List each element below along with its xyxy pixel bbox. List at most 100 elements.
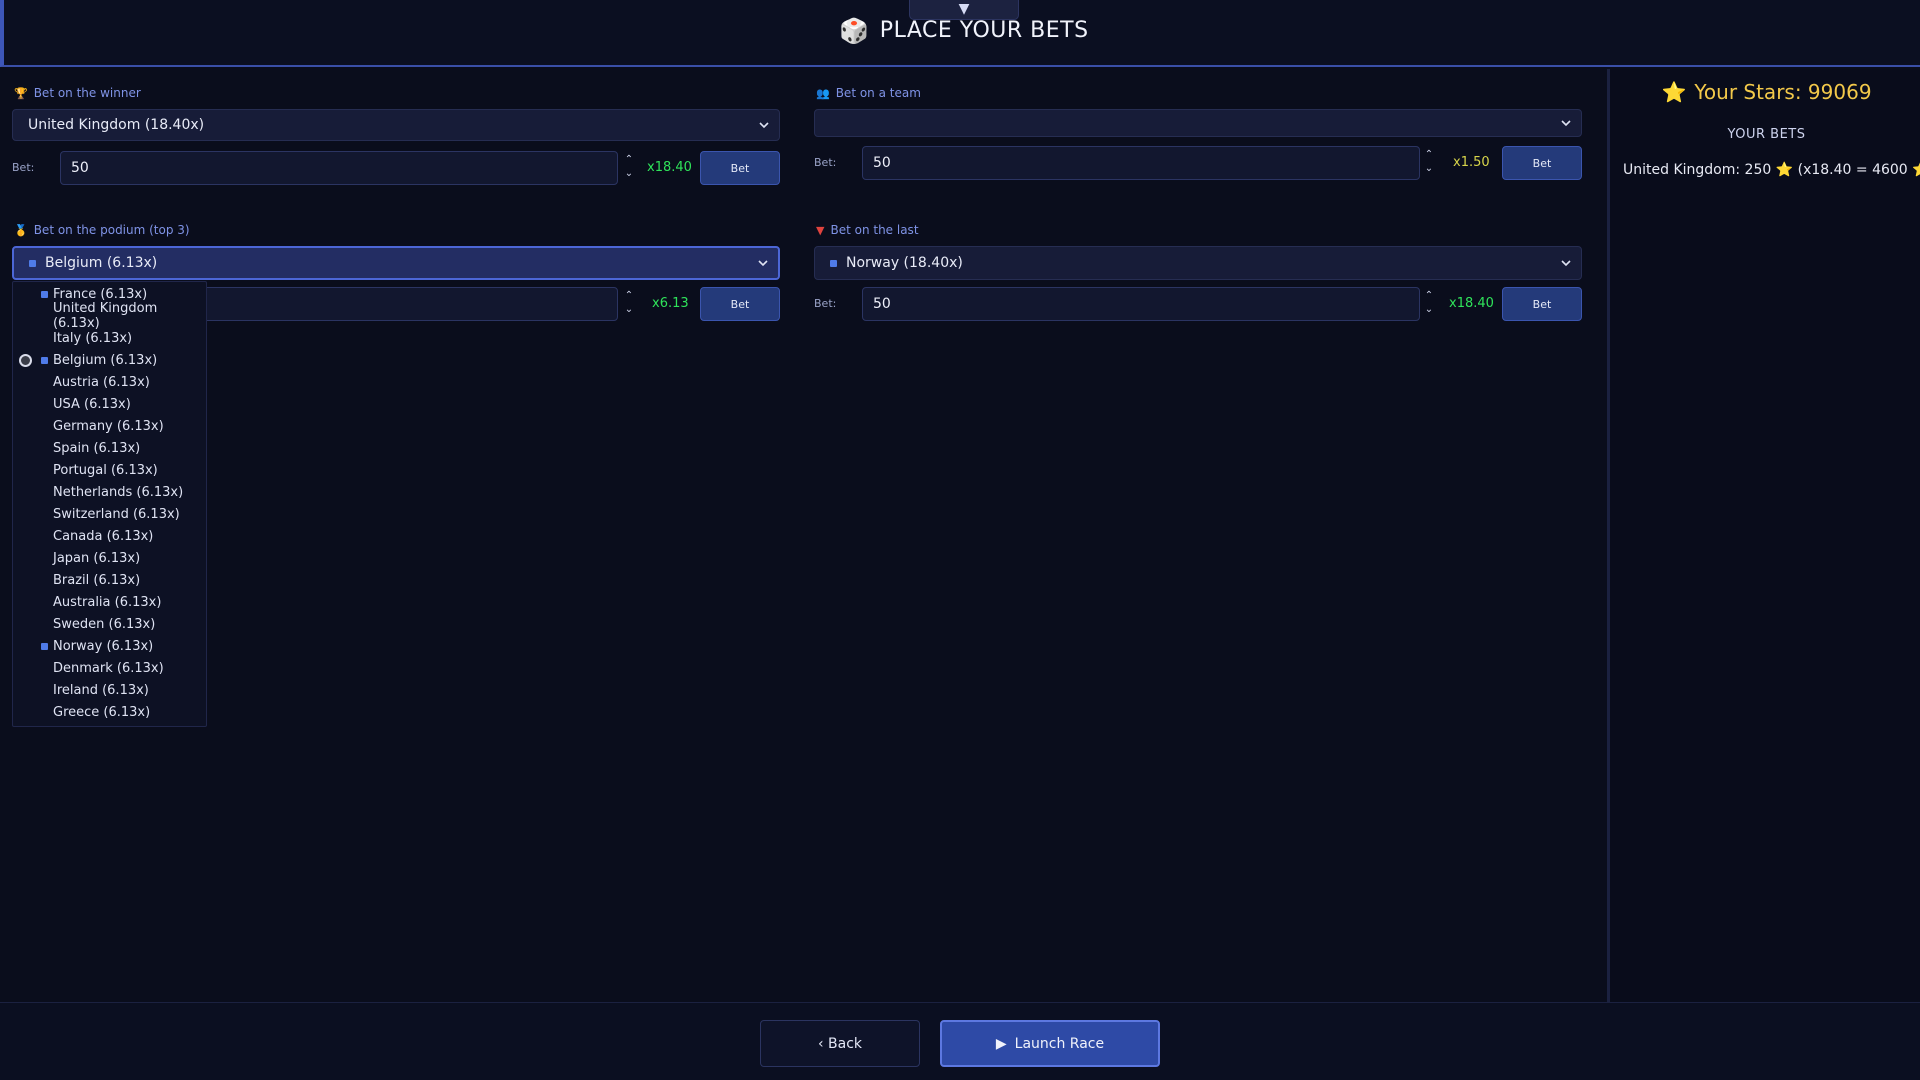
team-section-label: 👥 Bet on a team bbox=[816, 86, 921, 100]
star-icon: ⭐ bbox=[1661, 80, 1687, 104]
collapse-toggle-button[interactable]: ▼ bbox=[909, 0, 1019, 20]
podium-multiplier: x6.13 bbox=[652, 296, 689, 311]
team-bet-label: Bet: bbox=[814, 156, 837, 169]
last-bet-button[interactable]: Bet bbox=[1502, 287, 1582, 321]
podium-select-value: Belgium (6.13x) bbox=[45, 255, 158, 271]
team-bet-input[interactable]: 50 bbox=[862, 146, 1420, 180]
dropdown-option-label: France (6.13x) bbox=[53, 286, 148, 302]
team-select[interactable] bbox=[814, 109, 1582, 137]
winner-bet-button[interactable]: Bet bbox=[700, 151, 780, 185]
people-icon: 👥 bbox=[816, 86, 830, 100]
dropdown-option[interactable]: USA (6.13x) bbox=[13, 393, 208, 415]
dropdown-option[interactable]: Germany (6.13x) bbox=[13, 415, 208, 437]
option-marker bbox=[13, 283, 41, 305]
star-icon: ⭐ bbox=[1775, 162, 1794, 178]
podium-section-label: 🥇 Bet on the podium (top 3) bbox=[14, 223, 190, 237]
dropdown-option[interactable]: Netherlands (6.13x) bbox=[13, 481, 208, 503]
flag-icon bbox=[41, 665, 48, 672]
flag-icon bbox=[41, 533, 48, 540]
podium-bet-stepper[interactable]: ⌃ ⌄ bbox=[622, 289, 636, 319]
winner-bet-label: Bet: bbox=[12, 161, 35, 174]
option-marker bbox=[13, 701, 41, 723]
dropdown-option-label: Netherlands (6.13x) bbox=[53, 484, 184, 500]
dropdown-option-label: Brazil (6.13x) bbox=[53, 572, 141, 588]
winner-section-label: 🏆 Bet on the winner bbox=[14, 86, 141, 100]
winner-select[interactable]: United Kingdom (18.40x) bbox=[12, 109, 780, 141]
flag-icon bbox=[41, 467, 48, 474]
option-marker bbox=[13, 569, 41, 591]
bet-entry: United Kingdom: 250 ⭐ (x18.40 = 4600 ⭐) bbox=[1623, 162, 1920, 178]
last-section-label: ▼ Bet on the last bbox=[816, 223, 919, 237]
dropdown-option-label: Ireland (6.13x) bbox=[53, 682, 149, 698]
dropdown-option[interactable]: Ireland (6.13x) bbox=[13, 679, 208, 701]
option-marker bbox=[13, 503, 41, 525]
play-icon: ▶ bbox=[995, 1035, 1007, 1052]
last-bet-input[interactable]: 50 bbox=[862, 287, 1420, 321]
option-marker bbox=[13, 415, 41, 437]
dropdown-option[interactable]: Norway (6.13x) bbox=[13, 635, 208, 657]
dropdown-option-label: Norway (6.13x) bbox=[53, 638, 154, 654]
flag-icon bbox=[41, 511, 48, 518]
flag-icon bbox=[41, 335, 48, 342]
flag-icon bbox=[41, 621, 48, 628]
flag-icon bbox=[41, 423, 48, 430]
dropdown-option[interactable]: Canada (6.13x) bbox=[13, 525, 208, 547]
dropdown-option[interactable]: Brazil (6.13x) bbox=[13, 569, 208, 591]
winner-bet-input[interactable]: 50 bbox=[60, 151, 618, 185]
podium-dropdown-list: France (6.13x) United Kingdom (6.13x) Ital… bbox=[12, 281, 207, 727]
winner-select-value: United Kingdom (18.40x) bbox=[28, 117, 205, 133]
option-marker bbox=[13, 437, 41, 459]
launch-race-button[interactable]: ▶ Launch Race bbox=[940, 1020, 1160, 1067]
dropdown-option[interactable]: Austria (6.13x) bbox=[13, 371, 208, 393]
podium-bet-button[interactable]: Bet bbox=[700, 287, 780, 321]
flag-icon bbox=[41, 489, 48, 496]
stars-balance: ⭐ Your Stars: 99069 bbox=[1661, 80, 1872, 104]
flag-icon bbox=[41, 445, 48, 452]
flag-icon bbox=[830, 259, 837, 267]
flag-icon bbox=[41, 379, 48, 386]
last-bet-stepper[interactable]: ⌃ ⌄ bbox=[1422, 289, 1436, 319]
dropdown-option-label: Spain (6.13x) bbox=[53, 440, 141, 456]
dropdown-option-label: Germany (6.13x) bbox=[53, 418, 164, 434]
flag-icon bbox=[41, 642, 48, 650]
dropdown-option[interactable]: Switzerland (6.13x) bbox=[13, 503, 208, 525]
dropdown-option[interactable]: Sweden (6.13x) bbox=[13, 613, 208, 635]
last-bet-label: Bet: bbox=[814, 297, 837, 310]
dropdown-option-label: Portugal (6.13x) bbox=[53, 462, 158, 478]
option-marker bbox=[13, 305, 41, 327]
dropdown-option-label: Japan (6.13x) bbox=[53, 550, 141, 566]
dropdown-option-label: Italy (6.13x) bbox=[53, 330, 133, 346]
dropdown-option[interactable]: Japan (6.13x) bbox=[13, 547, 208, 569]
medal-icon: 🥇 bbox=[14, 223, 28, 237]
bets-sidebar: ⭐ Your Stars: 99069 YOUR BETS United Kin… bbox=[1607, 69, 1920, 1002]
last-select[interactable]: Norway (18.40x) bbox=[814, 246, 1582, 280]
flag-icon bbox=[41, 313, 48, 320]
dropdown-option[interactable]: Belgium (6.13x) bbox=[13, 349, 208, 371]
team-multiplier: x1.50 bbox=[1453, 155, 1490, 170]
option-marker bbox=[13, 327, 41, 349]
dropdown-option-label: USA (6.13x) bbox=[53, 396, 131, 412]
dropdown-option[interactable]: Spain (6.13x) bbox=[13, 437, 208, 459]
flag-icon bbox=[41, 555, 48, 562]
chevron-down-icon bbox=[1561, 120, 1571, 127]
podium-select[interactable]: Belgium (6.13x) bbox=[12, 246, 780, 280]
team-bet-button[interactable]: Bet bbox=[1502, 146, 1582, 180]
option-marker bbox=[13, 349, 41, 371]
back-button[interactable]: ‹ Back bbox=[760, 1020, 920, 1067]
dropdown-option[interactable]: Greece (6.13x) bbox=[13, 701, 208, 723]
option-marker bbox=[13, 393, 41, 415]
dropdown-option[interactable]: Italy (6.13x) bbox=[13, 327, 208, 349]
team-bet-stepper[interactable]: ⌃ ⌄ bbox=[1422, 148, 1436, 178]
option-marker bbox=[13, 547, 41, 569]
option-marker bbox=[13, 613, 41, 635]
flag-icon bbox=[41, 401, 48, 408]
dropdown-option[interactable]: United Kingdom (6.13x) bbox=[13, 301, 208, 331]
winner-bet-stepper[interactable]: ⌃ ⌄ bbox=[622, 153, 636, 183]
header: ▼ 🎲 PLACE YOUR BETS bbox=[0, 0, 1920, 67]
dropdown-option[interactable]: Denmark (6.13x) bbox=[13, 657, 208, 679]
option-marker bbox=[13, 481, 41, 503]
dropdown-option[interactable]: Portugal (6.13x) bbox=[13, 459, 208, 481]
dice-icon: 🎲 bbox=[839, 16, 870, 45]
dropdown-option[interactable]: Australia (6.13x) bbox=[13, 591, 208, 613]
dropdown-option-label: Switzerland (6.13x) bbox=[53, 506, 180, 522]
